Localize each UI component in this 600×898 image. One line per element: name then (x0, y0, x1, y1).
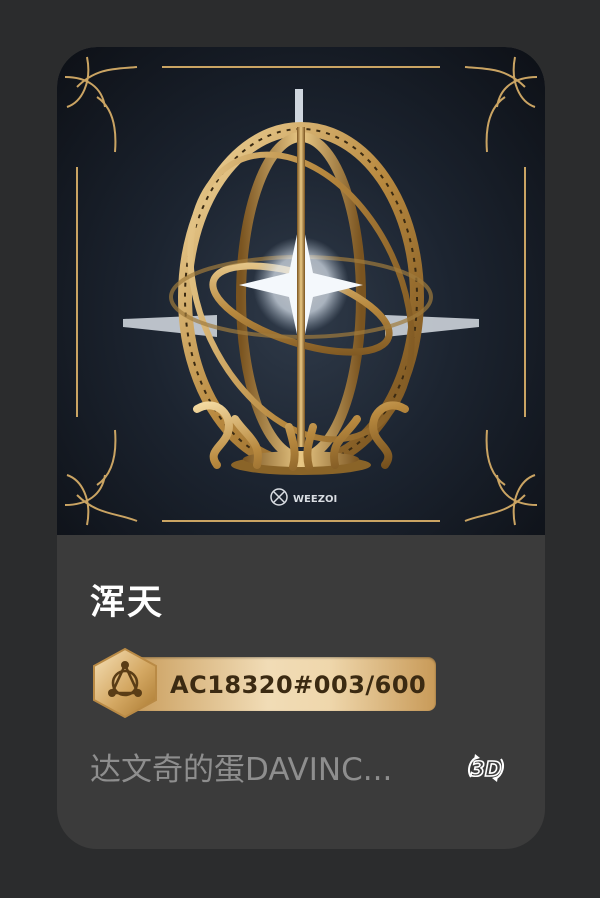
serial-number: AC18320#003/600 (170, 671, 427, 699)
3d-rotate-icon[interactable]: 3D (465, 751, 507, 785)
serial-badge: AC18320#003/600 (90, 647, 436, 719)
nft-title: 浑天 (90, 583, 165, 623)
svg-text:WEEZOI: WEEZOI (293, 494, 337, 505)
blockchain-hex-icon (93, 647, 157, 719)
brand-watermark: WEEZOI (270, 488, 337, 506)
collection-name: 达文奇的蛋DAVINC... (90, 752, 393, 788)
artwork-image[interactable]: WEEZOI (57, 47, 545, 535)
nft-card[interactable]: WEEZOI 浑天 AC18320#003/600 达文奇的蛋DAVINC...… (57, 47, 545, 849)
armillary-egg-illustration: WEEZOI (64, 56, 538, 526)
